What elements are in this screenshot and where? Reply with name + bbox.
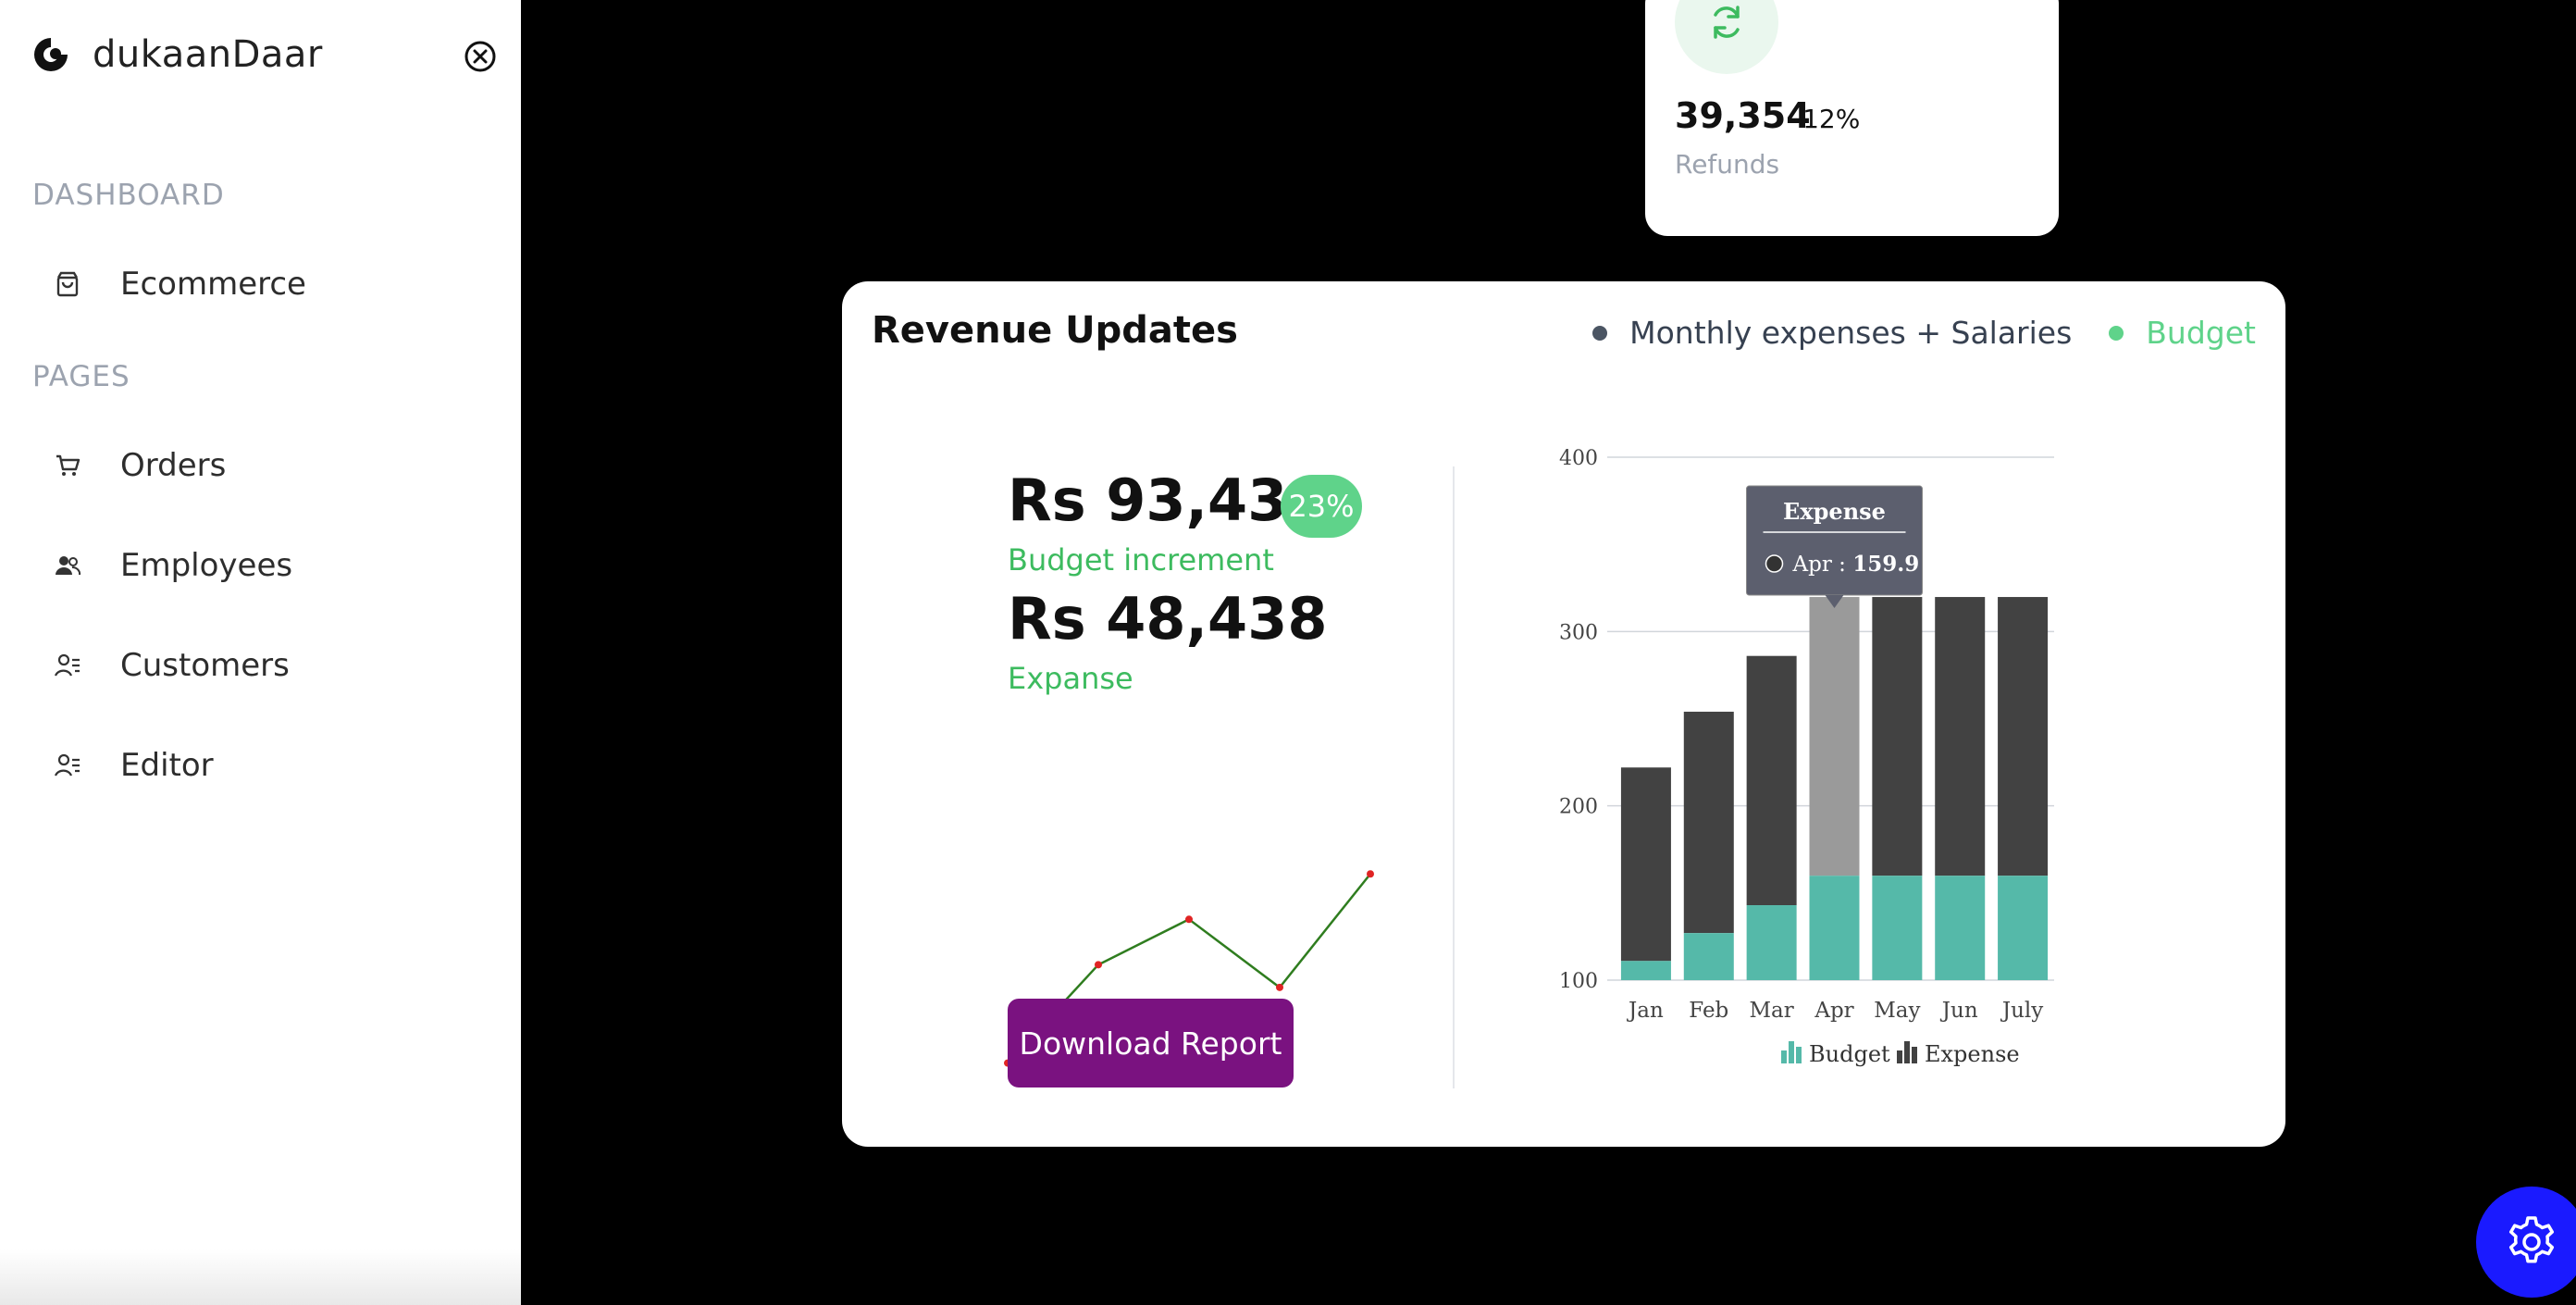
sparkline-point xyxy=(1095,961,1102,969)
bar-expense xyxy=(1998,597,2049,876)
sidebar-fade xyxy=(0,1249,521,1305)
bar-budget xyxy=(1683,933,1734,980)
bar-expense xyxy=(1935,597,1986,876)
sparkline-point xyxy=(1185,915,1193,924)
x-tick-label: May xyxy=(1874,999,1920,1023)
sidebar-item-label: Editor xyxy=(120,747,214,784)
expense-label: Expanse xyxy=(1008,661,1133,696)
y-tick-label: 300 xyxy=(1559,621,1598,644)
tooltip-marker xyxy=(1765,554,1784,573)
x-tick-label: Mar xyxy=(1750,999,1794,1023)
brand-name: dukaanDaar xyxy=(93,33,323,76)
legend-label: Budget xyxy=(2146,315,2256,351)
bar-expense xyxy=(1872,597,1923,876)
user-list-icon xyxy=(52,750,83,781)
sidebar-item-editor[interactable]: Editor xyxy=(52,738,214,793)
x-tick-label: Jan xyxy=(1627,999,1664,1023)
refresh-icon xyxy=(1675,0,1778,74)
x-tick-label: July xyxy=(2000,999,2043,1023)
chart-tooltip: Expense Apr : 159.9 xyxy=(1746,485,1923,609)
gear-icon xyxy=(2508,1216,2555,1263)
x-tick-label: Jun xyxy=(1940,999,1978,1023)
divider xyxy=(1453,466,1455,1088)
section-title-dashboard: DASHBOARD xyxy=(32,179,225,212)
legend-swatch xyxy=(1897,1050,1902,1063)
sidebar-item-employees[interactable]: Employees xyxy=(52,538,292,593)
sidebar-item-label: Orders xyxy=(120,447,227,484)
legend-swatch xyxy=(1781,1050,1787,1063)
sidebar-item-customers[interactable]: Customers xyxy=(52,638,290,693)
refunds-change: -12% xyxy=(1793,104,1861,134)
legend-dot xyxy=(1592,325,1608,341)
sparkline-point xyxy=(1276,983,1283,991)
brand[interactable]: dukaanDaar xyxy=(31,33,323,76)
legend-swatch xyxy=(1789,1041,1794,1063)
legend-label: Budget xyxy=(1809,1041,1890,1067)
shopping-bag-icon xyxy=(52,268,83,300)
sidebar-item-label: Employees xyxy=(120,547,293,584)
y-tick-label: 200 xyxy=(1559,796,1598,819)
legend-item-budget: Budget xyxy=(2109,315,2256,351)
bar-budget xyxy=(1872,876,1923,980)
legend-swatch xyxy=(1912,1047,1917,1063)
user-list-icon xyxy=(52,650,83,681)
x-tick-label: Apr xyxy=(1814,999,1853,1023)
sidebar: dukaanDaar DASHBOARD Ecommerce PAGES Ord… xyxy=(0,0,521,1305)
bar-budget xyxy=(1935,876,1986,980)
legend-swatch xyxy=(1796,1047,1802,1063)
revenue-bar-chart: 100 200 300 400 Jan Feb Mar Apr May Jun July Budget… xyxy=(1559,447,2054,1067)
x-tick-label: Feb xyxy=(1689,999,1728,1023)
expense-value: Rs 48,438 xyxy=(1008,585,1328,652)
revenue-legend: Monthly expenses + Salaries Budget xyxy=(1592,315,2256,351)
y-tick-label: 100 xyxy=(1559,970,1598,993)
y-tick-label: 400 xyxy=(1559,447,1598,470)
revenue-updates-card: Revenue Updates Monthly expenses + Salar… xyxy=(842,281,2285,1147)
sidebar-item-label: Ecommerce xyxy=(120,266,306,303)
sidebar-item-label: Customers xyxy=(120,647,290,684)
legend-swatch xyxy=(1904,1041,1910,1063)
sparkline-point xyxy=(1367,870,1374,878)
tooltip-title: Expense xyxy=(1783,498,1886,525)
download-report-button[interactable]: Download Report xyxy=(1008,999,1294,1088)
refunds-label: Refunds xyxy=(1675,149,1780,180)
legend-label: Monthly expenses + Salaries xyxy=(1629,315,2073,351)
section-title-pages: PAGES xyxy=(32,360,130,393)
legend-item-expenses: Monthly expenses + Salaries xyxy=(1592,315,2072,351)
bar-budget xyxy=(1998,876,2049,980)
sidebar-item-orders[interactable]: Orders xyxy=(52,438,226,493)
bar-expense xyxy=(1683,711,1734,934)
brand-logo-icon xyxy=(34,38,68,71)
sidebar-item-ecommerce[interactable]: Ecommerce xyxy=(52,256,306,312)
close-sidebar-icon[interactable] xyxy=(463,39,498,74)
revenue-title: Revenue Updates xyxy=(872,309,1238,352)
tooltip-value: 159.9 xyxy=(1852,552,1919,577)
bar-budget xyxy=(1620,961,1671,980)
legend-dot xyxy=(2109,325,2124,341)
cart-icon xyxy=(52,450,83,481)
settings-button[interactable] xyxy=(2476,1187,2576,1298)
bar-expense xyxy=(1809,597,1860,876)
legend-label: Expense xyxy=(1925,1041,2020,1067)
refunds-value: 39,354 xyxy=(1675,95,1811,136)
budget-value: Rs 93,438 xyxy=(1008,466,1328,534)
tooltip-label: Apr : 159.9 xyxy=(1792,552,1920,577)
bar-expense xyxy=(1746,655,1797,906)
users-icon xyxy=(52,550,83,581)
bar-chart-legend: Budget Expense xyxy=(1781,1041,2020,1067)
budget-percent-badge: 23% xyxy=(1281,475,1362,538)
bar-budget xyxy=(1746,905,1797,980)
bar-budget xyxy=(1809,876,1860,980)
budget-label: Budget increment xyxy=(1008,542,1274,578)
refunds-card: 39,354 -12% Refunds xyxy=(1645,0,2059,236)
budget-sparkline xyxy=(1004,870,1374,1067)
bar-expense xyxy=(1620,767,1671,962)
